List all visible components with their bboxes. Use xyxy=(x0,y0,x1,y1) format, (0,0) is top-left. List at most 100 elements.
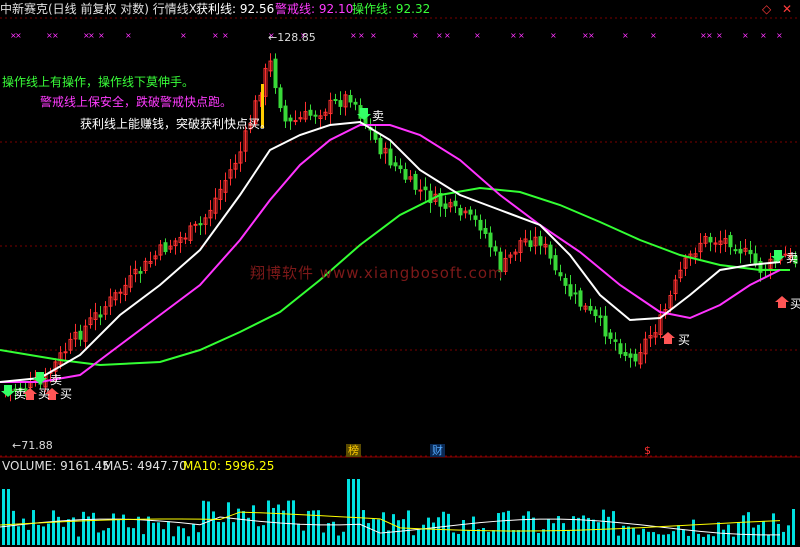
candle-body xyxy=(558,272,563,277)
volume-bar xyxy=(442,511,445,545)
volume-bar xyxy=(302,530,305,545)
low-price-value: 71.88 xyxy=(21,439,53,452)
candle-body xyxy=(353,101,358,105)
volume-bar xyxy=(427,517,430,545)
candle-body xyxy=(488,232,493,248)
volume-bar xyxy=(347,479,350,545)
buy-signal-label: 买 xyxy=(790,297,800,311)
volume-bar xyxy=(467,530,470,545)
candle-body xyxy=(593,309,598,317)
x-marker: × xyxy=(15,31,22,40)
volume-bar xyxy=(552,523,555,545)
volume-bar xyxy=(187,536,190,545)
volume-bar xyxy=(2,489,5,545)
volume-bar xyxy=(687,535,690,545)
volume-bar xyxy=(437,517,440,545)
candle-body xyxy=(613,339,618,342)
candle-body xyxy=(403,169,408,180)
volume-bar xyxy=(137,516,140,545)
x-marker: × xyxy=(706,31,713,40)
candle-body xyxy=(348,95,353,103)
volume-bar xyxy=(707,534,710,545)
volume-bar xyxy=(7,489,10,545)
annotation-profit: 获利线上能赚钱，突破获利快点买。 xyxy=(80,117,273,131)
volume-bar xyxy=(342,531,345,545)
volume-bar xyxy=(237,508,240,545)
sell-arrow-icon xyxy=(1,385,15,397)
candle-body xyxy=(628,353,633,358)
volume-bar xyxy=(677,525,680,545)
candle-body xyxy=(588,306,593,311)
volume-bar xyxy=(147,516,150,545)
buy-signal-label: 买 xyxy=(60,387,73,401)
volume-bar xyxy=(287,500,290,545)
volume-bar xyxy=(527,511,530,545)
volume-bar xyxy=(762,521,765,545)
volume-bar xyxy=(352,479,355,545)
candle-body xyxy=(373,131,378,140)
volume-bar xyxy=(512,530,515,545)
x-marker: × xyxy=(180,31,187,40)
volume-bar xyxy=(627,526,630,545)
candle-body xyxy=(98,314,103,318)
candle-body xyxy=(753,253,758,265)
volume-bar xyxy=(787,525,790,545)
volume-bar xyxy=(452,532,455,545)
volume-bar xyxy=(457,533,460,545)
candle-body xyxy=(568,284,573,297)
x-marker: × xyxy=(52,31,59,40)
x-marker: × xyxy=(88,31,95,40)
x-marker: × xyxy=(518,31,525,40)
volume-bar xyxy=(542,529,545,545)
volume-bar xyxy=(157,522,160,545)
candle-body xyxy=(738,248,743,254)
event-tag-dollar[interactable]: $ xyxy=(642,444,653,457)
event-tag-bang[interactable]: 榜 xyxy=(346,444,361,457)
candle-body xyxy=(313,114,318,117)
candle-body xyxy=(453,200,458,207)
buy-arrow-icon xyxy=(661,332,675,344)
candle-body xyxy=(198,223,203,226)
volume-bar xyxy=(432,522,435,545)
volume-bar xyxy=(252,505,255,545)
volume-bar xyxy=(732,536,735,545)
ma5-value: 4947.70 xyxy=(137,459,187,473)
volume-bar xyxy=(577,517,580,545)
volume-bar xyxy=(492,530,495,545)
volume-bar xyxy=(782,531,785,545)
candle-body xyxy=(413,173,418,190)
x-marker: × xyxy=(436,31,443,40)
candle-body xyxy=(608,332,613,339)
volume-bar xyxy=(657,534,660,545)
volume-bar xyxy=(297,523,300,545)
x-marker: × xyxy=(474,31,481,40)
volume-bar xyxy=(612,511,615,545)
candle-body xyxy=(473,215,478,220)
volume-bar xyxy=(502,512,505,545)
candle-body xyxy=(273,58,278,89)
volume-bar xyxy=(592,519,595,545)
volume-bar xyxy=(367,523,370,545)
volume-bar xyxy=(12,510,15,545)
watermark: 翔博软件 www.xiangbosoft.com xyxy=(250,264,504,282)
volume-bar xyxy=(167,521,170,545)
ma10-indicator: MA10: 5996.25 xyxy=(183,459,274,473)
x-marker: × xyxy=(358,31,365,40)
event-tag-cai[interactable]: 财 xyxy=(430,444,445,457)
volume-bar xyxy=(17,526,20,545)
ma5-label: MA5: xyxy=(103,459,134,473)
sell-arrow-icon xyxy=(771,250,785,262)
volume-bar xyxy=(722,529,725,545)
volume-bar xyxy=(217,521,220,545)
x-marker: × xyxy=(742,31,749,40)
volume-bar xyxy=(207,501,210,545)
volume-bar xyxy=(702,536,705,545)
volume-bar xyxy=(362,510,365,545)
volume-label: VOLUME: xyxy=(2,459,57,473)
x-marker: × xyxy=(212,31,219,40)
volume-bar xyxy=(262,525,265,545)
candle-body xyxy=(78,330,83,340)
sell-signal-label: 卖 xyxy=(14,387,27,401)
volume-bar xyxy=(712,536,715,545)
ma5-indicator: MA5: 4947.70 xyxy=(103,459,187,473)
